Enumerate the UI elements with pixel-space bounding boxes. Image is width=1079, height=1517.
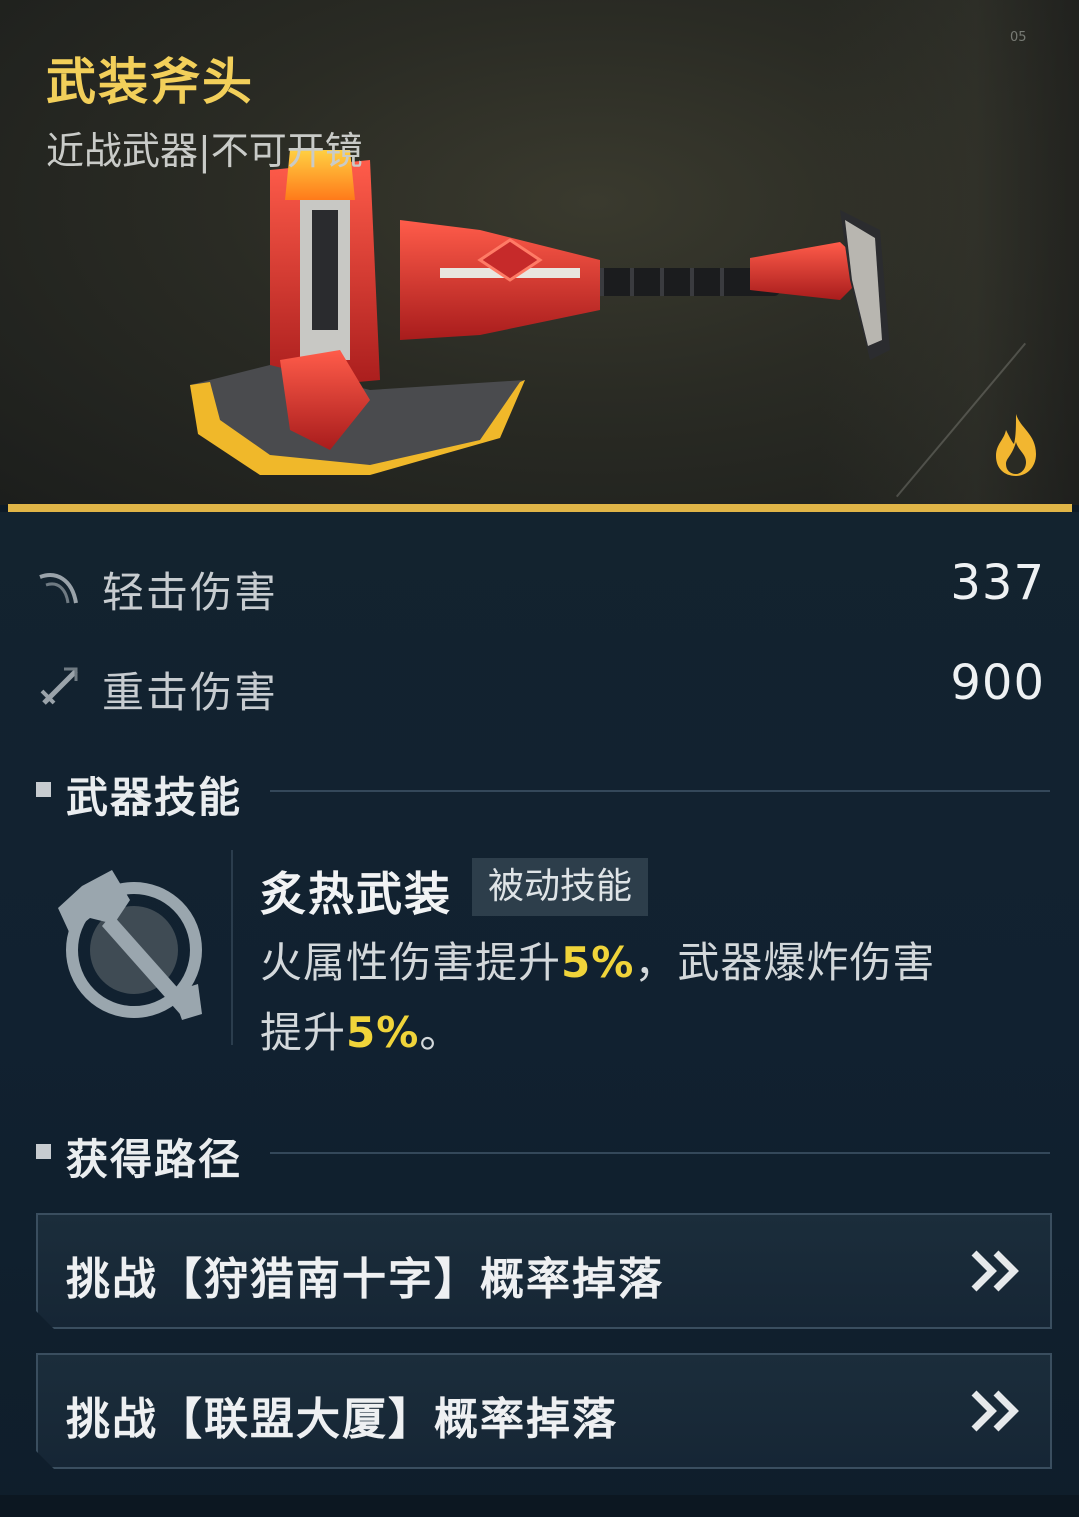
skill-name: 炙热武装: [260, 867, 452, 921]
stat-label: 重击伤害: [102, 668, 279, 717]
route-label: 挑战【狩猎南十字】概率掉落: [66, 1254, 664, 1305]
weapon-name: 武装斧头: [46, 53, 254, 111]
skill-desc-text: 火属性伤害提升: [260, 938, 562, 987]
section-acquisition: 获得路径: [0, 1120, 1079, 1184]
fire-element-icon: [996, 414, 1036, 476]
route-label: 挑战【联盟大厦】概率掉落: [66, 1394, 618, 1445]
route-button-alliance-building[interactable]: 挑战【联盟大厦】概率掉落: [36, 1353, 1052, 1469]
skill-icon-box: [36, 850, 233, 1045]
section-title: 获得路径: [66, 1135, 243, 1184]
divider-gold-bar: [8, 504, 1072, 512]
skill-desc-highlight: 5%: [346, 1008, 420, 1057]
route-button-hunting-southern-cross[interactable]: 挑战【狩猎南十字】概率掉落: [36, 1213, 1052, 1329]
section-title: 武器技能: [66, 773, 243, 822]
weapon-showcase: 05 武装斧头 近战武器|不可开镜: [0, 0, 1079, 505]
skill-desc-text: 。: [419, 1008, 463, 1057]
double-chevron-right-icon: [970, 1249, 1022, 1293]
section-weapon-skill: 武器技能: [0, 758, 1079, 822]
section-bullet: [36, 782, 51, 797]
skill-description: 火属性伤害提升5%，武器爆炸伤害提升5%。: [260, 928, 950, 1068]
light-attack-icon: [39, 573, 78, 604]
section-divider: [270, 1152, 1050, 1154]
corner-tag: 05: [1010, 30, 1027, 45]
section-divider: [270, 790, 1050, 792]
double-chevron-right-icon: [970, 1389, 1022, 1433]
bottom-edge: [0, 1495, 1079, 1517]
weapon-axe-image: [190, 150, 890, 475]
stat-row-heavy-attack: 重击伤害 900: [0, 645, 1079, 725]
section-bullet: [36, 1144, 51, 1159]
weapon-subtitle: 近战武器|不可开镜: [46, 129, 363, 173]
skill-type-badge: 被动技能: [472, 858, 649, 916]
stat-label: 轻击伤害: [102, 568, 279, 617]
heavy-attack-icon: [40, 667, 78, 705]
skill-desc-highlight: 5%: [561, 938, 635, 987]
stat-value: 337: [950, 555, 1045, 611]
axe-skill-icon: [58, 870, 202, 1020]
stat-row-light-attack: 轻击伤害 337: [0, 545, 1079, 625]
stat-value: 900: [950, 655, 1045, 711]
